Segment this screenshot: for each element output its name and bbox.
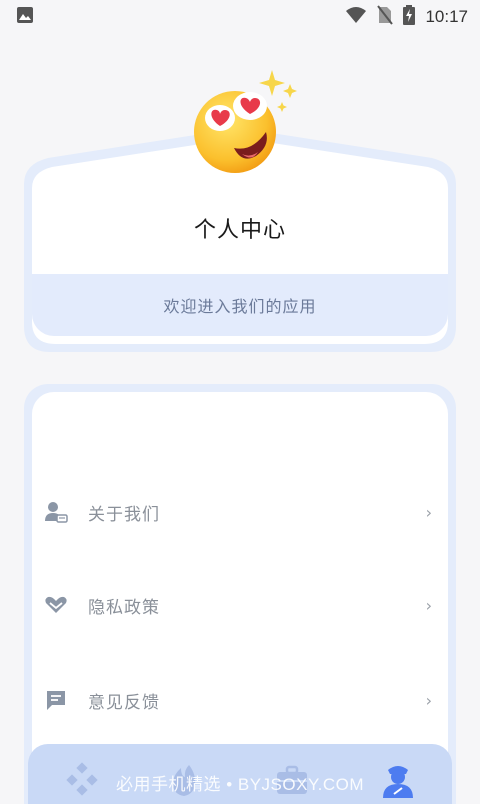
bottom-nav: 必用手机精选 • BYJSOXY.COM — [28, 744, 452, 804]
chevron-right-icon: › — [425, 502, 432, 522]
menu-card: 关于我们 › 隐私政策 › 意见反馈 › — [24, 384, 456, 804]
wifi-icon — [345, 6, 367, 28]
feedback-message-icon — [44, 688, 68, 712]
status-time: 10:17 — [425, 7, 468, 26]
handshake-heart-icon — [44, 593, 68, 617]
welcome-banner: 欢迎进入我们的应用 — [32, 274, 448, 336]
user-card-icon — [44, 500, 68, 524]
profile-title: 个人中心 — [193, 218, 286, 243]
menu-item-label: 隐私政策 — [88, 597, 160, 618]
image-notification-icon — [16, 6, 34, 28]
status-bar: 10:17 — [0, 0, 480, 34]
no-sim-icon — [377, 5, 394, 29]
heart-eyes-emoji-icon — [190, 66, 302, 176]
menu-item-feedback[interactable]: 意见反馈 › — [32, 676, 448, 724]
menu-item-about-us[interactable]: 关于我们 › — [32, 488, 448, 536]
menu-item-privacy-policy[interactable]: 隐私政策 › — [32, 581, 448, 629]
menu-item-label: 关于我们 — [88, 504, 160, 525]
watermark-text: 必用手机精选 • BYJSOXY.COM — [115, 775, 364, 794]
chevron-right-icon: › — [425, 690, 432, 710]
chevron-right-icon: › — [425, 595, 432, 615]
welcome-text: 欢迎进入我们的应用 — [163, 297, 317, 316]
menu-list: 关于我们 › 隐私政策 › 意见反馈 › — [32, 392, 448, 804]
menu-item-label: 意见反馈 — [88, 692, 160, 713]
battery-charging-icon — [403, 5, 416, 29]
